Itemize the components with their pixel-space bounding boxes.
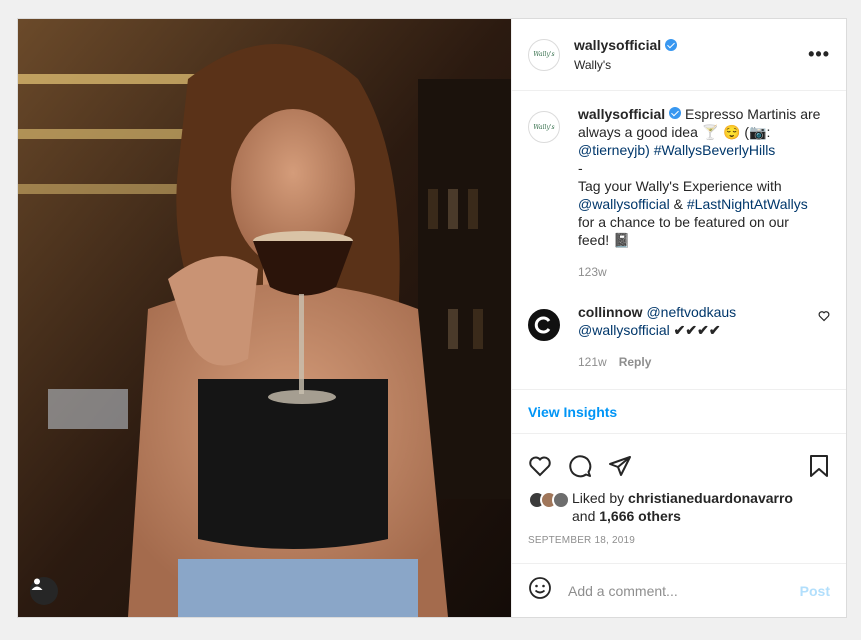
mention-link-2[interactable]: @wallysofficial — [578, 196, 670, 212]
more-options-icon[interactable]: ••• — [808, 44, 830, 65]
heart-icon[interactable] — [528, 454, 552, 478]
caption-line2: Tag your Wally's Experience with — [578, 178, 782, 194]
comments-section: Wally's wallysofficial Espresso Martinis… — [512, 91, 846, 389]
save-icon[interactable] — [808, 454, 830, 478]
reply-mention-2[interactable]: @wallysofficial — [578, 322, 670, 338]
avatar-logo-text: Wally's — [533, 123, 555, 131]
caption-dash: - — [578, 160, 583, 176]
user-tag-icon[interactable] — [30, 577, 58, 605]
post-comment-button[interactable]: Post — [800, 583, 830, 599]
hashtag-link-2[interactable]: #LastNightAtWallys — [687, 196, 808, 212]
comment-input[interactable] — [568, 582, 800, 599]
reply-mention[interactable]: @neftvodkaus — [646, 304, 736, 320]
verified-badge-icon — [669, 107, 682, 119]
verified-badge-icon — [665, 39, 678, 51]
likes-count[interactable]: 1,666 others — [599, 508, 681, 524]
liker-avatar — [552, 491, 570, 509]
caption-username[interactable]: wallysofficial — [578, 106, 665, 122]
view-insights-link[interactable]: View Insights — [512, 389, 846, 433]
post-photo[interactable] — [18, 19, 511, 617]
post-header: Wally's wallysofficial Wally's ••• — [512, 19, 846, 91]
liked-by-prefix: Liked by — [572, 490, 625, 506]
instagram-post: Wally's wallysofficial Wally's ••• Wally… — [17, 18, 847, 618]
caption-line3: for a chance to be featured on our feed!… — [578, 214, 789, 248]
emoji-icon[interactable] — [528, 576, 552, 605]
likes-and: and — [572, 508, 596, 524]
caption-avatar[interactable]: Wally's — [528, 111, 560, 143]
liked-by-user[interactable]: christianeduardonavarro — [628, 490, 793, 506]
hashtag-link[interactable]: #WallysBeverlyHills — [654, 142, 776, 158]
reply-checks: ✔✔✔✔ — [673, 322, 721, 338]
comment-icon[interactable] — [568, 454, 592, 478]
collinnow-avatar[interactable] — [528, 309, 560, 341]
caption-comment: Wally's wallysofficial Espresso Martinis… — [528, 105, 830, 281]
caption-ampersand: & — [673, 196, 683, 212]
caption-time[interactable]: 123w — [578, 265, 607, 279]
header-display-name[interactable]: Wally's — [574, 58, 808, 72]
reply-button[interactable]: Reply — [619, 355, 652, 369]
header-username[interactable]: wallysofficial — [574, 37, 661, 53]
reply-time[interactable]: 121w — [578, 355, 607, 369]
account-avatar[interactable]: Wally's — [528, 38, 560, 71]
comment-heart-icon[interactable] — [818, 309, 830, 327]
liker-avatars[interactable] — [528, 491, 570, 525]
likes-summary: Liked by christianeduardonavarro and 1,6… — [512, 483, 846, 525]
mention-link[interactable]: @tierneyjb) — [578, 142, 650, 158]
add-comment-bar: Post — [512, 563, 846, 617]
reply-username[interactable]: collinnow — [578, 304, 643, 320]
post-sidebar: Wally's wallysofficial Wally's ••• Wally… — [511, 19, 846, 617]
share-icon[interactable] — [608, 454, 632, 478]
action-bar — [512, 433, 846, 483]
post-date[interactable]: SEPTEMBER 18, 2019 — [512, 525, 846, 555]
avatar-logo-text: Wally's — [533, 51, 555, 58]
reply-comment: collinnow @neftvodkaus @wallysofficial ✔… — [528, 303, 830, 371]
photo-illustration — [18, 19, 511, 617]
